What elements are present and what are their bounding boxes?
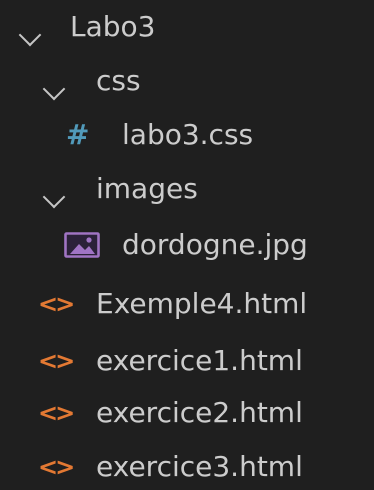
html-file-icon: <> [38, 347, 75, 375]
tree-file-label: labo3.css [122, 118, 254, 151]
tree-folder-css[interactable]: css [0, 54, 374, 108]
file-explorer-tree: Labo3 css # labo3.css images dordogne.jp… [0, 0, 374, 490]
tree-file-label: exercice3.html [96, 450, 303, 483]
tree-folder-labo3[interactable]: Labo3 [0, 0, 374, 54]
chevron-down-icon[interactable] [18, 20, 42, 48]
tree-file-labo3-css[interactable]: # labo3.css [0, 108, 374, 162]
tree-file-label: exercice2.html [96, 396, 303, 429]
tree-folder-label: images [96, 172, 198, 205]
tree-file-exemple4-html[interactable]: <> Exemple4.html [0, 277, 374, 331]
tree-folder-label: css [96, 64, 141, 97]
tree-folder-label: Labo3 [70, 10, 156, 43]
chevron-down-icon[interactable] [42, 74, 66, 102]
tree-file-label: Exemple4.html [96, 287, 308, 320]
html-file-icon: <> [38, 399, 75, 427]
tree-file-label: exercice1.html [96, 344, 303, 377]
image-file-icon [64, 232, 100, 263]
html-file-icon: <> [38, 453, 75, 481]
tree-file-exercice1-html[interactable]: <> exercice1.html [0, 334, 374, 388]
tree-file-dordogne-jpg[interactable]: dordogne.jpg [0, 218, 374, 272]
chevron-down-icon[interactable] [42, 182, 66, 210]
css-file-icon: # [66, 118, 90, 151]
tree-file-exercice2-html[interactable]: <> exercice2.html [0, 386, 374, 440]
html-file-icon: <> [38, 290, 75, 318]
tree-file-exercice3-html[interactable]: <> exercice3.html [0, 440, 374, 490]
tree-file-label: dordogne.jpg [122, 228, 308, 261]
tree-folder-images[interactable]: images [0, 162, 374, 216]
